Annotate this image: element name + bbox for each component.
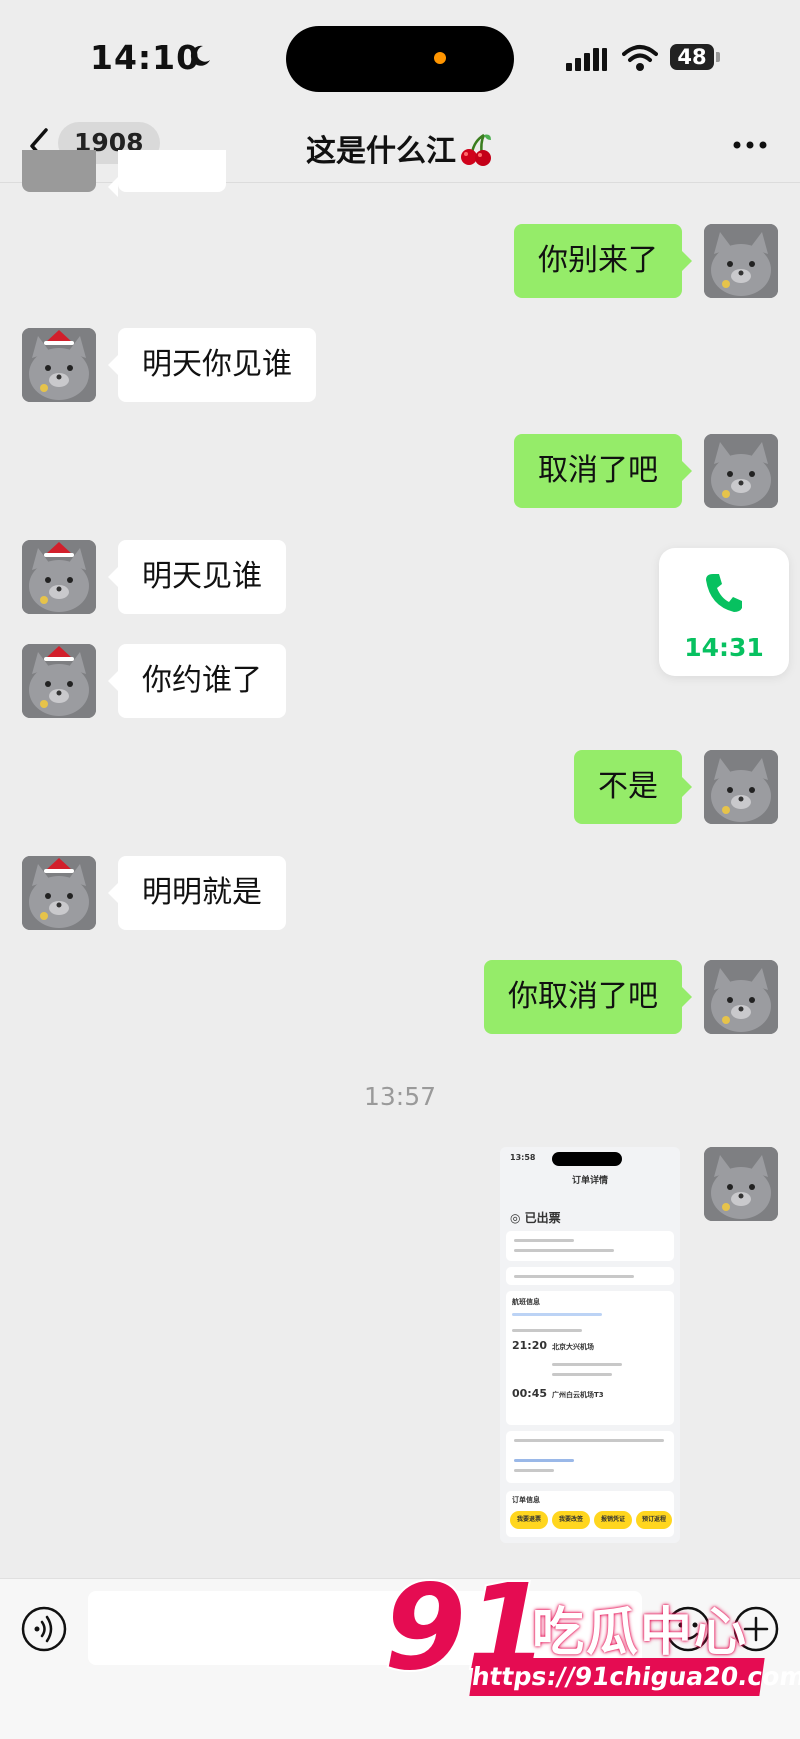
my-avatar[interactable] <box>704 224 778 298</box>
contact-avatar[interactable] <box>22 328 96 402</box>
message-bubble-outgoing[interactable]: 不是 <box>574 750 692 824</box>
cat-avatar-image <box>22 540 96 614</box>
phone-icon <box>706 574 742 612</box>
cat-avatar-image <box>704 1147 778 1221</box>
thumb-order-info-label: 订单信息 <box>512 1496 540 1504</box>
thumb-arrival-airport: 广州白云机场T3 <box>552 1391 604 1399</box>
thumb-status-time: 13:58 <box>510 1153 536 1162</box>
dynamic-island <box>286 26 514 92</box>
chat-title: 这是什么江 <box>200 126 600 170</box>
message-bubble-outgoing[interactable]: 你取消了吧 <box>484 960 692 1034</box>
cellular-signal-icon <box>566 48 607 71</box>
message-timestamp: 13:57 <box>363 1082 437 1111</box>
thumb-card-notice <box>506 1231 674 1261</box>
thumb-status-bar: 13:58 <box>500 1147 680 1169</box>
contact-avatar[interactable] <box>22 540 96 614</box>
thumb-return-button: 预订返程 <box>636 1511 672 1529</box>
chat-title-text: 这是什么江 <box>306 134 456 169</box>
moon-icon <box>190 45 210 66</box>
cropped-message-bubble[interactable] <box>108 150 226 197</box>
battery-indicator: 48 <box>670 44 714 70</box>
thumb-departure-airport: 北京大兴机场 <box>552 1343 594 1351</box>
my-avatar[interactable] <box>704 434 778 508</box>
thumb-nav-bar: 订单详情 <box>500 1169 680 1191</box>
contact-avatar-cropped[interactable] <box>22 150 96 192</box>
my-avatar[interactable] <box>704 1147 778 1221</box>
message-input[interactable] <box>88 1591 642 1665</box>
message-bubble-incoming[interactable]: 你约谁了 <box>108 644 286 718</box>
contact-avatar[interactable] <box>22 644 96 718</box>
cat-avatar-image <box>704 750 778 824</box>
thumb-refund-button: 我要退票 <box>510 1511 548 1529</box>
battery-tip <box>716 52 720 62</box>
cat-avatar-image <box>22 328 96 402</box>
thumb-ticket-status: ◎ 已出票 <box>510 1209 561 1226</box>
voice-input-icon[interactable] <box>20 1605 68 1653</box>
thumb-nav-title: 订单详情 <box>571 1176 608 1186</box>
thumb-card-tabs <box>506 1431 674 1483</box>
message-bubble-incoming[interactable]: 明天见谁 <box>108 540 286 614</box>
thumb-change-button: 我要改签 <box>552 1511 590 1529</box>
thumb-dynamic-island <box>552 1152 622 1166</box>
contact-avatar[interactable] <box>22 856 96 930</box>
message-bubble-outgoing[interactable]: 取消了吧 <box>514 434 692 508</box>
status-bar: 14:10 48 <box>0 0 800 110</box>
input-bar <box>0 1578 800 1739</box>
recording-dot <box>434 52 446 64</box>
cat-avatar-image <box>704 960 778 1034</box>
emoji-icon[interactable] <box>664 1605 712 1653</box>
thumb-card-verify <box>506 1267 674 1285</box>
more-options-icon[interactable] <box>732 140 768 150</box>
message-bubble-incoming[interactable]: 明天你见谁 <box>108 328 316 402</box>
thumb-departure-time: 21:20 <box>512 1339 548 1352</box>
thumb-arrival-time: 00:45 <box>512 1387 548 1400</box>
my-avatar[interactable] <box>704 750 778 824</box>
call-duration: 14:31 <box>684 633 764 662</box>
cat-avatar-image <box>704 434 778 508</box>
check-circle-icon: ◎ <box>510 1211 521 1225</box>
wifi-icon <box>622 45 658 71</box>
thumb-card-flight: 航班信息 21:20 北京大兴机场 00:45 广州白云机场T3 <box>506 1291 674 1425</box>
cherry-emoji-icon <box>461 133 491 166</box>
my-avatar[interactable] <box>704 960 778 1034</box>
message-bubble-incoming[interactable]: 明明就是 <box>108 856 286 930</box>
thumb-receipt-button: 报销凭证 <box>594 1511 632 1529</box>
add-attachment-icon[interactable] <box>732 1605 780 1653</box>
cat-avatar-image <box>22 856 96 930</box>
image-message-screenshot[interactable]: 13:58 订单详情 ◎ 已出票 航班信息 21:20 北京大兴机场 00:45… <box>500 1147 680 1543</box>
floating-call-window[interactable]: 14:31 <box>659 548 789 676</box>
cat-avatar-image <box>704 224 778 298</box>
thumb-card-order: 订单信息 我要退票 我要改签 报销凭证 预订返程 <box>506 1491 674 1537</box>
cat-avatar-image <box>22 644 96 718</box>
thumb-flight-info-label: 航班信息 <box>512 1298 540 1306</box>
thumb-issued-label: 已出票 <box>524 1211 561 1225</box>
message-bubble-outgoing[interactable]: 你别来了 <box>514 224 692 298</box>
status-time: 14:10 <box>90 38 201 77</box>
